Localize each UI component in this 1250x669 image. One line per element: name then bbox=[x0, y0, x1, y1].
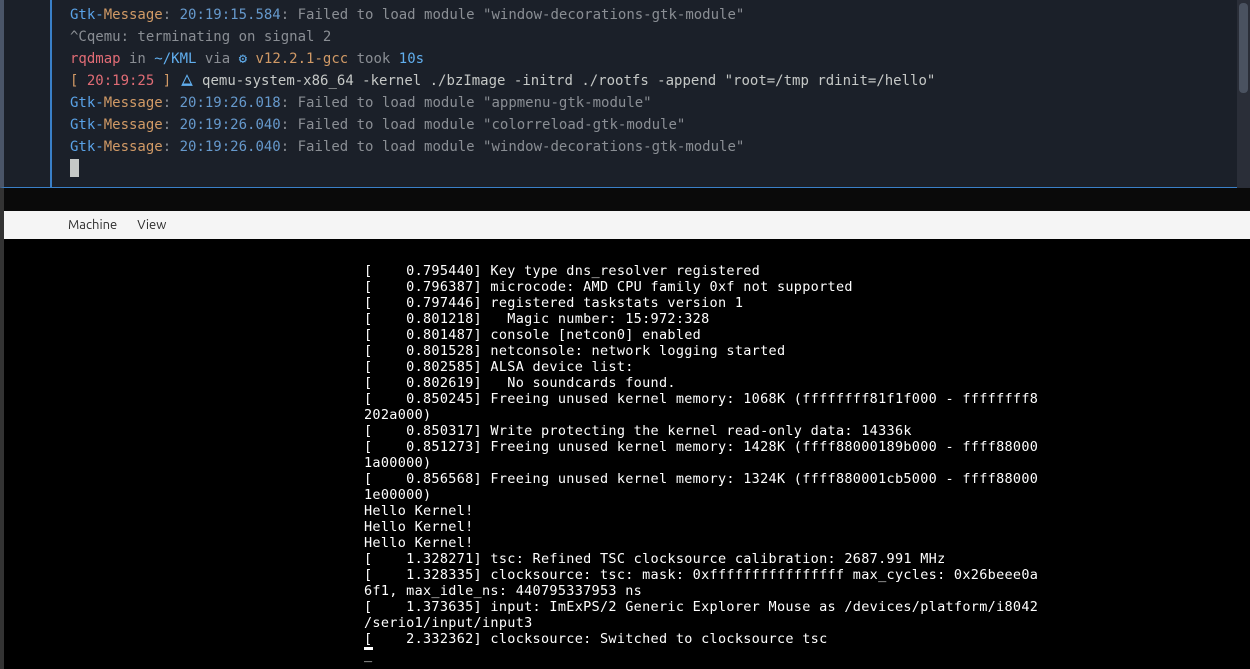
menu-view[interactable]: View bbox=[127, 214, 176, 236]
kernel-log-line: [ 0.801487] console [netcon0] enabled bbox=[364, 327, 1250, 343]
kernel-log-line: [ 0.795440] Key type dns_resolver regist… bbox=[364, 263, 1250, 279]
cursor-icon: _ bbox=[364, 647, 373, 650]
scrollbar[interactable] bbox=[1237, 0, 1250, 188]
kernel-log-line: [ 0.801528] netconsole: network logging … bbox=[364, 343, 1250, 359]
terminal-line: Gtk-Message: 20:19:26.040: Failed to loa… bbox=[70, 136, 1250, 158]
kernel-log-line: [ 2.332362] clocksource: Switched to clo… bbox=[364, 631, 1250, 647]
kernel-log-line: /serio1/input/input3 bbox=[364, 615, 1250, 631]
kernel-log-line: Hello Kernel! bbox=[364, 519, 1250, 535]
terminal-prompt-context: rqdmap in ~/KML via ⚙ v12.2.1-gcc took 1… bbox=[70, 48, 1250, 70]
qemu-menubar: Machine View bbox=[0, 211, 1250, 239]
kernel-log-line: [ 0.797446] registered taskstats version… bbox=[364, 295, 1250, 311]
terminal-line: Gtk-Message: 20:19:26.040: Failed to loa… bbox=[70, 114, 1250, 136]
kernel-log-line: [ 1.373635] input: ImExPS/2 Generic Expl… bbox=[364, 599, 1250, 615]
menu-machine[interactable]: Machine bbox=[58, 214, 127, 236]
kernel-log-line: [ 0.850317] Write protecting the kernel … bbox=[364, 423, 1250, 439]
kernel-log-line: 202a000) bbox=[364, 407, 1250, 423]
kernel-log-line: [ 0.851273] Freeing unused kernel memory… bbox=[364, 439, 1250, 455]
terminal-prompt-command: [ 20:19:25 ] qemu-system-x86_64 -kernel … bbox=[70, 70, 1250, 92]
terminal-cursor-line bbox=[70, 158, 1250, 180]
kernel-log-line: [ 1.328335] clocksource: tsc: mask: 0xff… bbox=[364, 567, 1250, 583]
qemu-guest-console[interactable]: [ 0.795440] Key type dns_resolver regist… bbox=[0, 239, 1250, 669]
kernel-log-line: [ 0.801218] Magic number: 15:972:328 bbox=[364, 311, 1250, 327]
kernel-log-line: 1a00000) bbox=[364, 455, 1250, 471]
kernel-log-line: Hello Kernel! bbox=[364, 503, 1250, 519]
arch-icon bbox=[180, 73, 202, 89]
kernel-log-line: [ 0.802585] ALSA device list: bbox=[364, 359, 1250, 375]
kernel-log-line: Hello Kernel! bbox=[364, 535, 1250, 551]
terminal-line: Gtk-Message: 20:19:26.018: Failed to loa… bbox=[70, 92, 1250, 114]
cursor-icon bbox=[70, 159, 79, 177]
kernel-log-line: [ 0.796387] microcode: AMD CPU family 0x… bbox=[364, 279, 1250, 295]
terminal-line: ^Cqemu: terminating on signal 2 bbox=[70, 26, 1250, 48]
guest-cursor-line: _ bbox=[364, 647, 1250, 663]
kernel-log-line: [ 0.850245] Freeing unused kernel memory… bbox=[364, 391, 1250, 407]
kernel-log-line: [ 1.328271] tsc: Refined TSC clocksource… bbox=[364, 551, 1250, 567]
background-logo bbox=[0, 188, 1250, 211]
kernel-log-line: [ 0.802619] No soundcards found. bbox=[364, 375, 1250, 391]
host-terminal[interactable]: Gtk-Message: 20:19:15.584: Failed to loa… bbox=[0, 0, 1250, 188]
kernel-log-line: 1e00000) bbox=[364, 487, 1250, 503]
kernel-log-line: 6f1, max_idle_ns: 440795337953 ns bbox=[364, 583, 1250, 599]
terminal-line: Gtk-Message: 20:19:15.584: Failed to loa… bbox=[70, 4, 1250, 26]
gear-icon: ⚙ bbox=[239, 51, 256, 67]
kernel-log-line: [ 0.856568] Freeing unused kernel memory… bbox=[364, 471, 1250, 487]
